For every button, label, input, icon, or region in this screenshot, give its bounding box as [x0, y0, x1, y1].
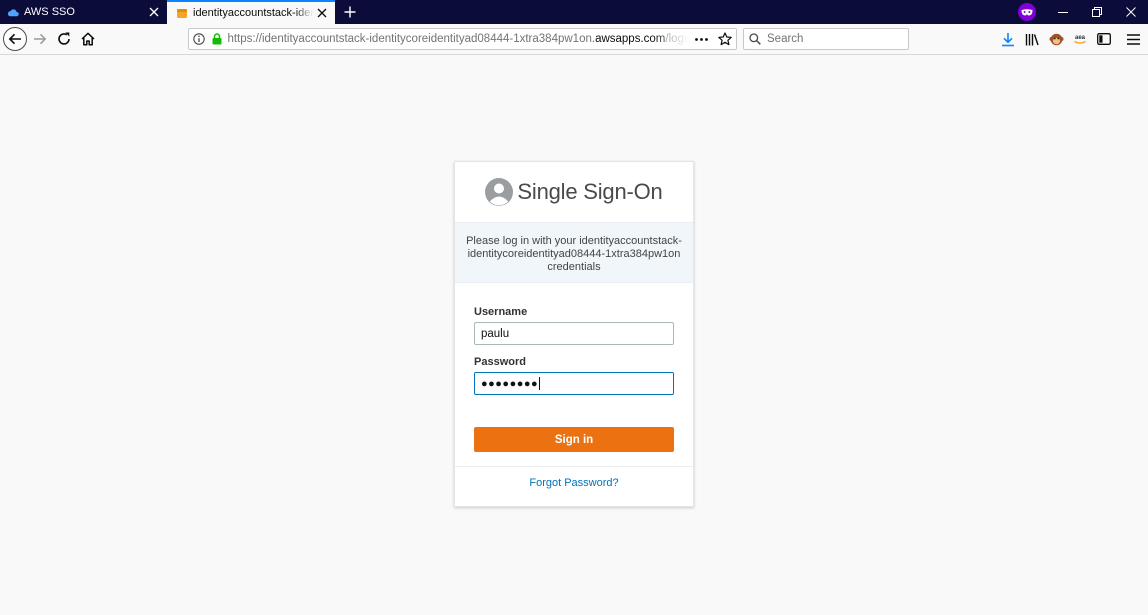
restore-window-button[interactable]: [1080, 0, 1114, 24]
bookmark-star-icon[interactable]: [714, 32, 736, 46]
page-actions-icon[interactable]: [689, 37, 715, 41]
minimize-window-button[interactable]: [1046, 0, 1080, 24]
navigation-toolbar: https://identityaccountstack-identitycor…: [0, 24, 1148, 55]
login-instructions: Please log in with your identityaccounts…: [455, 222, 693, 283]
home-button[interactable]: [76, 27, 100, 51]
password-label: Password: [474, 356, 526, 368]
password-value: ●●●●●●●●: [481, 377, 539, 390]
hamburger-menu-icon[interactable]: [1124, 30, 1142, 48]
username-value: paulu: [481, 327, 510, 340]
tab-title: identityaccountstack-identitycoreidentit…: [193, 7, 313, 19]
monkey-extension-icon[interactable]: [1047, 30, 1065, 48]
close-tab-icon[interactable]: [145, 3, 163, 21]
sidebar-icon[interactable]: [1095, 30, 1113, 48]
page-title: Single Sign-On: [517, 179, 663, 204]
user-avatar-icon: [485, 178, 514, 206]
card-header: Single Sign-On: [455, 162, 693, 222]
login-card: Single Sign-On Please log in with your i…: [454, 161, 694, 507]
aws-box-icon: [176, 7, 188, 19]
tab-strip: AWS SSO identityaccountstack-identitycor…: [0, 0, 1148, 24]
download-icon[interactable]: [999, 30, 1017, 48]
sign-in-button[interactable]: Sign in: [474, 427, 674, 452]
cloud-icon: [7, 6, 19, 18]
url-suffix: /login/?client_id=: [665, 33, 688, 45]
search-icon: [749, 33, 761, 45]
amazon-assistant-icon[interactable]: aea: [1071, 30, 1089, 48]
card-footer: Forgot Password?: [455, 466, 693, 506]
url-domain: awsapps.com: [595, 33, 666, 45]
close-window-button[interactable]: [1114, 0, 1148, 24]
url-text[interactable]: https://identityaccountstack-identitycor…: [227, 33, 688, 45]
text-caret: [539, 377, 541, 390]
forward-button[interactable]: [28, 27, 52, 51]
back-button[interactable]: [3, 27, 27, 51]
private-browsing-icon: [1018, 3, 1036, 21]
search-placeholder: Search: [767, 33, 804, 45]
library-icon[interactable]: [1023, 30, 1041, 48]
login-form: Username paulu Password ●●●●●●●● Sign in: [455, 306, 693, 452]
info-icon[interactable]: [189, 33, 209, 45]
lock-icon[interactable]: [209, 33, 225, 45]
url-prefix: https://identityaccountstack-identitycor…: [227, 33, 596, 45]
tab-identity-login[interactable]: identityaccountstack-identitycoreidentit…: [167, 0, 335, 24]
username-input[interactable]: paulu: [474, 322, 674, 345]
forgot-password-link[interactable]: Forgot Password?: [529, 477, 618, 489]
close-tab-icon[interactable]: [313, 4, 331, 22]
address-bar[interactable]: https://identityaccountstack-identitycor…: [188, 28, 737, 50]
reload-button[interactable]: [52, 27, 76, 51]
svg-text:aea: aea: [1075, 35, 1086, 41]
tab-aws-sso[interactable]: AWS SSO: [0, 0, 167, 24]
new-tab-button[interactable]: [340, 2, 360, 22]
search-bar[interactable]: Search: [743, 28, 909, 50]
username-label: Username: [474, 306, 528, 318]
password-input[interactable]: ●●●●●●●●: [474, 372, 674, 395]
tab-title: AWS SSO: [24, 6, 75, 18]
